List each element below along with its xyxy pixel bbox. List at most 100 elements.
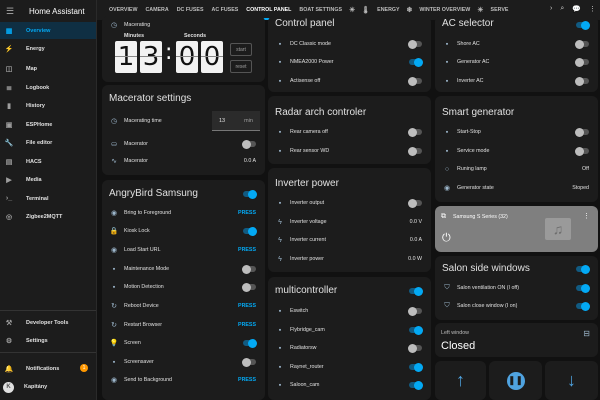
start-stop-toggle[interactable] [575, 127, 589, 137]
sidebar-item-history[interactable]: ▮ History [0, 97, 96, 114]
ac-selector-master-toggle[interactable] [576, 20, 590, 30]
raynet-router-row: ▪ Raynet_router [268, 358, 431, 376]
service-mode-toggle[interactable] [575, 146, 589, 156]
card-title: Macerator settings [109, 93, 192, 104]
left-window-label: Left window [441, 330, 469, 336]
screensaver-toggle[interactable] [242, 357, 256, 367]
chevron-right-icon[interactable]: › [550, 5, 552, 13]
press-button[interactable]: PRESS [238, 247, 256, 253]
rear-camera-off-row: ▪ Rear camera off [268, 123, 431, 141]
reset-button[interactable]: reset [230, 60, 252, 73]
screen-toggle[interactable] [243, 338, 257, 348]
multicontroller-master-toggle[interactable] [409, 286, 423, 296]
sidebar-item-map[interactable]: ◫ Map [0, 60, 96, 77]
media-player-card[interactable]: ⧉ Samsung S Series (32) ⋮ ♫ ⏻ [435, 206, 598, 252]
radiatorsw-toggle[interactable] [408, 343, 422, 353]
macerating-time-input[interactable]: 13 min [212, 111, 260, 131]
inverter-power-row: ϟ Inverter power 0.0 W [268, 250, 431, 268]
actisense-off-row: ▪ Actisense off [268, 72, 431, 90]
row-value: 0.0 V [409, 219, 422, 225]
row-label: Send to Background [124, 377, 173, 383]
esswitch-toggle[interactable] [408, 306, 422, 316]
power-icon[interactable]: ⏻ [442, 232, 451, 245]
pause-icon: ❚❚ [506, 371, 525, 390]
card-title: AC selector [442, 18, 494, 29]
inverter-ac-toggle[interactable] [575, 76, 589, 86]
row-label: Inverter AC [457, 78, 484, 84]
raynet-router-toggle[interactable] [409, 362, 423, 372]
angrybird-master-toggle[interactable] [243, 189, 257, 199]
switch-icon: ▪ [278, 381, 282, 389]
generator-ac-toggle[interactable] [575, 57, 589, 67]
motion-detection-row: ▪ Motion Detection [102, 278, 265, 296]
sidebar-item-overview[interactable]: ▦ Overview [0, 22, 96, 39]
inverter-output-toggle[interactable] [408, 198, 422, 208]
search-icon[interactable]: ⌕ [560, 5, 564, 13]
motion-detection-toggle[interactable] [242, 282, 256, 292]
avatar: K [3, 381, 14, 393]
sidebar-item-energy[interactable]: ⚡ Energy [0, 40, 96, 57]
sidebar-item-logbook[interactable]: ≣ Logbook [0, 79, 96, 96]
rear-sensor-wd-toggle[interactable] [408, 146, 422, 156]
more-vert-icon[interactable]: ⋮ [583, 212, 590, 220]
restart-icon: ↻ [111, 322, 117, 329]
open-cover-button[interactable]: ↑ [435, 361, 486, 400]
timer-status: Macerating [124, 22, 151, 28]
assist-icon[interactable]: 💬 [572, 5, 581, 13]
salon-close-window-toggle[interactable] [576, 301, 590, 311]
saloon-cam-row: ▪ Saloon_cam [268, 376, 431, 394]
left-window-state: Closed [441, 340, 476, 352]
sidebar-item-terminal[interactable]: ›_ Terminal [0, 190, 96, 207]
rear-camera-off-toggle[interactable] [408, 127, 422, 137]
arrow-up-icon: ↑ [456, 370, 465, 390]
row-label: Restart Browser [124, 322, 162, 328]
kiosk-lock-row: 🔒 Kiosk Lock [102, 222, 265, 240]
salon-ventilation-toggle[interactable] [576, 283, 590, 293]
press-button[interactable]: PRESS [238, 303, 256, 309]
sidebar-item-label: HACS [26, 158, 42, 165]
send-to-background-row: ◉ Send to Background PRESS [102, 371, 265, 389]
actisense-off-toggle[interactable] [408, 76, 422, 86]
row-label: NMEA2000 Power [290, 59, 334, 65]
card-title: AngryBird Samsung [109, 188, 198, 199]
close-cover-button[interactable]: ↓ [545, 361, 598, 400]
sidebar-item-label: ESPHome [26, 121, 53, 128]
sidebar-item-settings[interactable]: ⚙ Settings [0, 332, 96, 349]
salon-side-windows-card: Salon side windows ⛉ Salon ventilation ON… [435, 256, 598, 320]
menu-icon[interactable]: ☰ [6, 6, 15, 17]
input-value: 13 [219, 118, 226, 124]
sidebar-item-user[interactable]: K Kapitány [0, 377, 96, 397]
sidebar-item-media[interactable]: ▶ Media [0, 171, 96, 188]
sidebar-item-file-editor[interactable]: 🔧 File editor [0, 134, 96, 151]
kiosk-lock-toggle[interactable] [243, 226, 257, 236]
start-button[interactable]: start [230, 43, 252, 56]
shore-ac-toggle[interactable] [575, 39, 589, 49]
sidebar-item-developer-tools[interactable]: ⚒ Developer Tools [0, 314, 96, 331]
maintenance-mode-toggle[interactable] [242, 264, 256, 274]
press-button[interactable]: PRESS [238, 377, 256, 383]
sidebar-header: ☰ Home Assistant [0, 0, 96, 22]
macerator-toggle[interactable] [242, 139, 256, 149]
salon-windows-master-toggle[interactable] [576, 264, 590, 274]
sidebar-item-zigbee2mqtt[interactable]: ◎ Zigbee2MQTT [0, 208, 96, 225]
nmea2000-power-toggle[interactable] [409, 57, 423, 67]
left-window-card[interactable]: Left window Closed ⊟ [435, 323, 598, 357]
circle-outline-icon: ○ [444, 165, 450, 173]
flybridge-cam-toggle[interactable] [409, 325, 423, 335]
sidebar-item-esphome[interactable]: ▣ ESPHome [0, 116, 96, 133]
stop-cover-button[interactable]: ❚❚ [489, 361, 542, 400]
switch-icon: ▪ [278, 344, 282, 352]
sidebar-item-hacs[interactable]: ▤ HACS [0, 153, 96, 170]
music-placeholder-icon: ♫ [545, 218, 571, 240]
row-label: Runing lamp [457, 166, 487, 172]
saloon-cam-toggle[interactable] [409, 380, 423, 390]
press-button[interactable]: PRESS [238, 322, 256, 328]
dc-classic-mode-toggle[interactable] [408, 39, 422, 49]
switch-icon: ▪ [278, 307, 282, 315]
press-button[interactable]: PRESS [238, 210, 256, 216]
timer-colon: : [165, 40, 173, 65]
bring-to-foreground-row: ◉ Bring to Foreground PRESS [102, 204, 265, 222]
more-vert-icon[interactable]: ⋮ [589, 5, 596, 13]
user-name: Kapitány [24, 384, 48, 390]
row-label: Macerating time [124, 118, 162, 124]
